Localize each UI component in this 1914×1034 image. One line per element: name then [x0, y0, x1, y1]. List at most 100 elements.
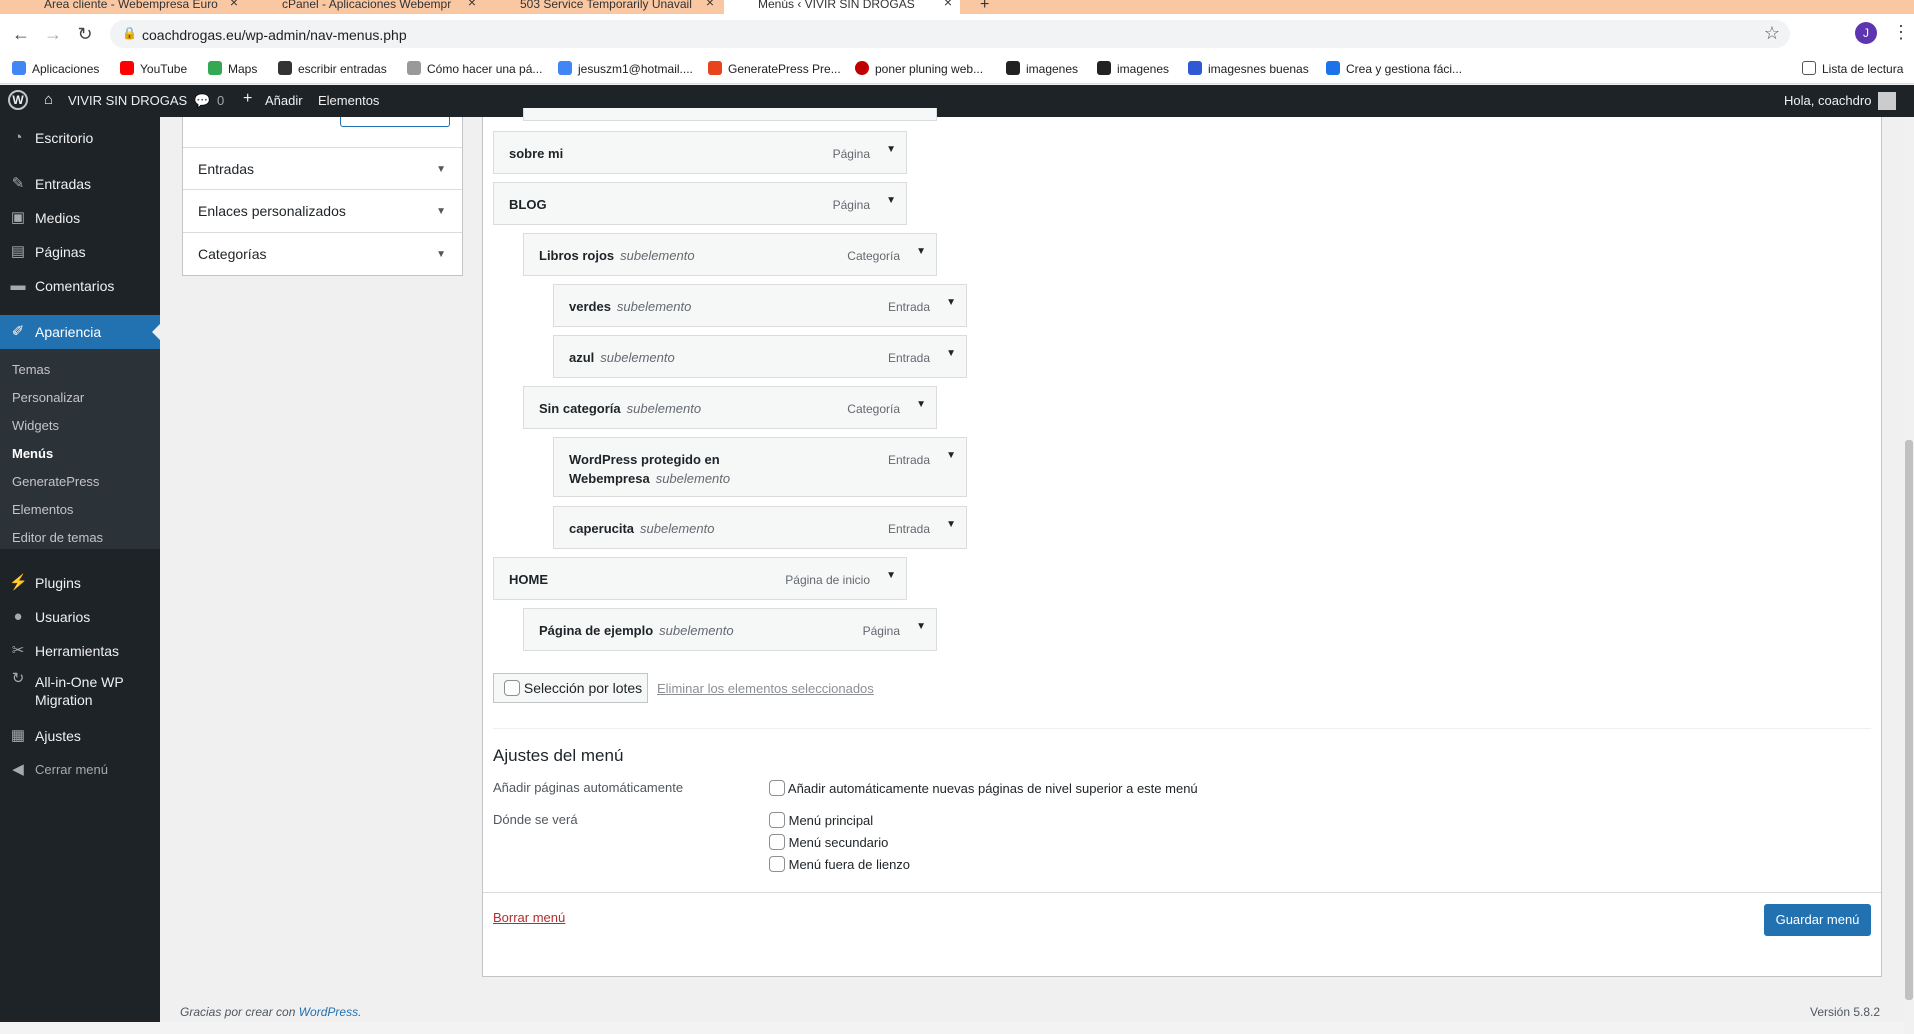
- scrollbar-thumb[interactable]: [1905, 440, 1913, 1000]
- close-icon[interactable]: ×: [944, 0, 952, 9]
- accordion-categorias[interactable]: Categorías ▼: [183, 233, 462, 276]
- menu-item[interactable]: Libros rojos subelemento Categoría ▼: [523, 233, 937, 276]
- reload-icon[interactable]: ↻: [74, 24, 96, 45]
- browser-tab[interactable]: 503 Service Temporarily Unavail ×: [486, 0, 722, 14]
- submenu-item-temas[interactable]: Temas: [0, 356, 160, 384]
- triangle-down-icon[interactable]: ▼: [886, 570, 896, 581]
- menu-item-partial[interactable]: [523, 108, 937, 121]
- bookmark-apps[interactable]: Aplicaciones: [12, 61, 99, 76]
- location-checkbox[interactable]: [769, 812, 785, 828]
- bookmark-item[interactable]: imagesnes buenas: [1188, 61, 1309, 76]
- location-checkbox[interactable]: [769, 834, 785, 850]
- new-tab-icon[interactable]: +: [980, 0, 989, 14]
- sidebar-item-paginas[interactable]: ▤ Páginas: [0, 235, 160, 269]
- accordion-entradas[interactable]: Entradas ▼: [183, 147, 462, 190]
- comments-icon: ▬: [10, 277, 26, 294]
- triangle-down-icon[interactable]: ▼: [886, 195, 896, 206]
- delete-selected-link[interactable]: Eliminar los elementos seleccionados: [657, 681, 874, 696]
- menu-item[interactable]: Página de ejemplo subelemento Página ▼: [523, 608, 937, 651]
- home-icon[interactable]: ⌂: [44, 91, 53, 108]
- submenu-item-elementos[interactable]: Elementos: [0, 496, 160, 524]
- close-icon[interactable]: ×: [706, 0, 714, 9]
- sidebar-item-medios[interactable]: ▣ Medios: [0, 201, 160, 235]
- location-checkbox[interactable]: [769, 856, 785, 872]
- triangle-down-icon[interactable]: ▼: [916, 399, 926, 410]
- menu-item[interactable]: verdes subelemento Entrada ▼: [553, 284, 967, 327]
- delete-menu-link[interactable]: Borrar menú: [493, 910, 565, 925]
- menu-item[interactable]: WordPress protegido en Webempresa subeleme…: [553, 437, 967, 497]
- user-avatar[interactable]: [1878, 92, 1896, 110]
- add-new-link[interactable]: Añadir: [265, 93, 303, 108]
- wordpress-logo-icon[interactable]: W: [8, 90, 28, 110]
- sidebar-item-apariencia[interactable]: ✐ Apariencia: [0, 315, 160, 349]
- sidebar-item-usuarios[interactable]: ● Usuarios: [0, 600, 160, 634]
- menu-item[interactable]: BLOG Página ▼: [493, 182, 907, 225]
- triangle-down-icon[interactable]: ▼: [916, 246, 926, 257]
- bookmark-item[interactable]: imagenes: [1006, 61, 1078, 76]
- save-menu-button[interactable]: Guardar menú: [1764, 904, 1871, 936]
- submenu-item-widgets[interactable]: Widgets: [0, 412, 160, 440]
- browser-menu-icon[interactable]: ⋮: [1892, 22, 1910, 43]
- location-menu-secundario[interactable]: Menú secundario: [769, 834, 888, 850]
- close-icon[interactable]: ×: [230, 0, 238, 9]
- bookmark-item[interactable]: YouTube: [120, 61, 187, 76]
- profile-avatar[interactable]: J: [1855, 22, 1877, 44]
- forward-icon[interactable]: →: [42, 24, 64, 45]
- bookmark-item[interactable]: imagenes: [1097, 61, 1169, 76]
- sidebar-item-entradas[interactable]: ✎ Entradas: [0, 167, 160, 201]
- sidebar-item-herramientas[interactable]: ✂ Herramientas: [0, 634, 160, 668]
- elements-link[interactable]: Elementos: [318, 93, 379, 108]
- reading-list[interactable]: Lista de lectura: [1802, 61, 1903, 76]
- bookmark-item[interactable]: escribir entradas: [278, 61, 387, 76]
- bookmark-item[interactable]: jesuszm1@hotmail....: [558, 61, 693, 76]
- submenu-item-editor-de-temas[interactable]: Editor de temas: [0, 524, 160, 552]
- menu-item[interactable]: caperucita subelemento Entrada ▼: [553, 506, 967, 549]
- submenu-item-generatepress[interactable]: GeneratePress: [0, 468, 160, 496]
- menu-item[interactable]: HOME Página de inicio ▼: [493, 557, 907, 600]
- bulk-select-toggle[interactable]: Selección por lotes: [493, 673, 648, 703]
- menu-item[interactable]: Sin categoría subelemento Categoría ▼: [523, 386, 937, 429]
- bookmark-item[interactable]: GeneratePress Pre...: [708, 61, 841, 76]
- collapse-menu-button[interactable]: ◀ Cerrar menú: [0, 753, 160, 787]
- bookmark-star-icon[interactable]: ☆: [1764, 23, 1780, 44]
- menu-item[interactable]: sobre mi Página ▼: [493, 131, 907, 174]
- browser-tab[interactable]: Área cliente - Webempresa Euro ×: [10, 0, 246, 14]
- sidebar-item-comentarios[interactable]: ▬ Comentarios: [0, 269, 160, 303]
- bookmark-item[interactable]: Cómo hacer una pá...: [407, 61, 542, 76]
- auto-add-pages-option[interactable]: Añadir automáticamente nuevas páginas de…: [769, 780, 1198, 796]
- menu-item-title: HOME: [509, 572, 548, 587]
- sidebar-item-escritorio[interactable]: ◔ Escritorio: [0, 121, 160, 155]
- address-bar[interactable]: 🔒 coachdrogas.eu/wp-admin/nav-menus.php …: [110, 20, 1790, 48]
- location-menu-fuera-de-lienzo[interactable]: Menú fuera de lienzo: [769, 856, 910, 872]
- browser-tab[interactable]: cPanel - Aplicaciones Webempr ×: [248, 0, 484, 14]
- wordpress-link[interactable]: WordPress: [299, 1005, 358, 1019]
- plus-icon[interactable]: +: [243, 90, 252, 108]
- site-name-link[interactable]: VIVIR SIN DROGAS: [68, 93, 187, 108]
- add-to-menu-button[interactable]: [340, 117, 450, 127]
- sidebar-item-plugins[interactable]: ⚡ Plugins: [0, 566, 160, 600]
- close-icon[interactable]: ×: [468, 0, 476, 9]
- triangle-down-icon[interactable]: ▼: [946, 519, 956, 530]
- bookmark-item[interactable]: Maps: [208, 61, 257, 76]
- accordion-enlaces-personalizados[interactable]: Enlaces personalizados ▼: [183, 190, 462, 233]
- bookmark-item[interactable]: poner pluning web...: [855, 61, 983, 76]
- sidebar-item-ajustes[interactable]: ▦ Ajustes: [0, 719, 160, 753]
- triangle-down-icon[interactable]: ▼: [916, 621, 926, 632]
- sidebar-item-all-in-one-wp-migration[interactable]: ↻ All-in-One WP Migration: [0, 668, 160, 712]
- triangle-down-icon[interactable]: ▼: [946, 297, 956, 308]
- menu-item[interactable]: azul subelemento Entrada ▼: [553, 335, 967, 378]
- back-icon[interactable]: ←: [10, 24, 32, 45]
- comments-icon[interactable]: 💬: [194, 93, 210, 109]
- triangle-down-icon[interactable]: ▼: [946, 450, 956, 461]
- triangle-down-icon[interactable]: ▼: [886, 144, 896, 155]
- auto-add-checkbox[interactable]: [769, 780, 785, 796]
- location-menu-principal[interactable]: Menú principal: [769, 812, 873, 828]
- greeting-link[interactable]: Hola, coachdro: [1784, 93, 1871, 108]
- bulk-select-checkbox[interactable]: [504, 680, 520, 696]
- submenu-item-personalizar[interactable]: Personalizar: [0, 384, 160, 412]
- triangle-down-icon[interactable]: ▼: [946, 348, 956, 359]
- bookmark-item[interactable]: Crea y gestiona fáci...: [1326, 61, 1462, 76]
- browser-tab-active[interactable]: Menús ‹ VIVIR SIN DROGAS ×: [724, 0, 960, 14]
- comments-count[interactable]: 0: [217, 93, 224, 108]
- submenu-item-menus[interactable]: Menús: [0, 440, 160, 468]
